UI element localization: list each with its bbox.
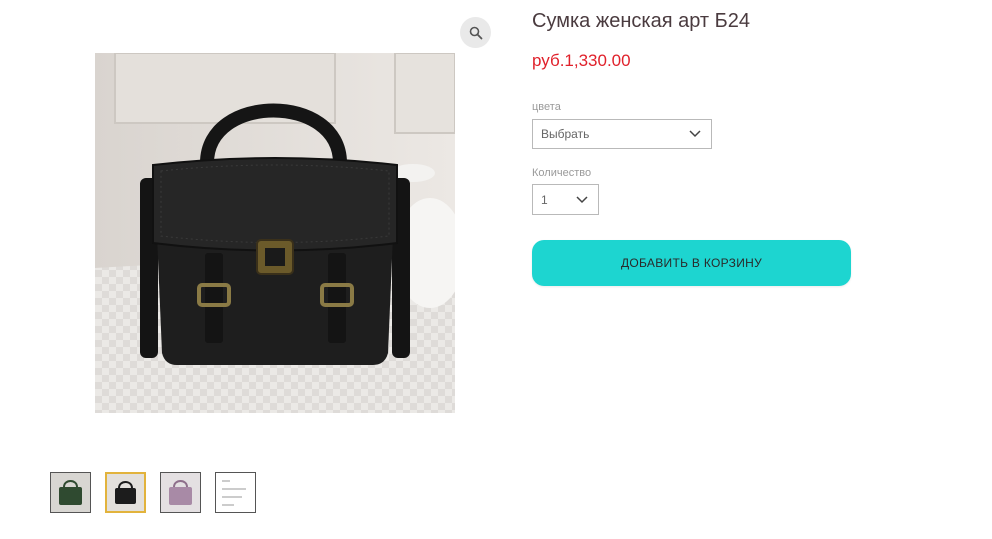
thumbnail-black-bag[interactable] <box>105 472 146 513</box>
quantity-label: Количество <box>532 167 592 179</box>
quantity-select[interactable]: 1 <box>532 184 599 215</box>
thumbnail-size-chart[interactable] <box>215 472 256 513</box>
chevron-down-icon <box>689 130 701 138</box>
magnifier-icon <box>469 26 482 39</box>
add-to-cart-button[interactable]: ДОБАВИТЬ В КОРЗИНУ <box>532 240 851 286</box>
product-main-image[interactable] <box>95 53 455 413</box>
product-title: Сумка женская арт Б24 <box>532 10 750 32</box>
handbag-image <box>95 53 455 413</box>
thumbnail-strip <box>50 472 270 513</box>
color-label: цвета <box>532 101 561 113</box>
color-select-value: Выбрать <box>541 127 590 141</box>
chevron-down-icon <box>576 195 588 203</box>
thumbnail-green-bag[interactable] <box>50 472 91 513</box>
color-select[interactable]: Выбрать <box>532 119 712 149</box>
thumbnail-purple-bag[interactable] <box>160 472 201 513</box>
quantity-select-value: 1 <box>541 192 548 207</box>
product-price: руб.1,330.00 <box>532 51 631 70</box>
zoom-button[interactable] <box>460 17 491 48</box>
